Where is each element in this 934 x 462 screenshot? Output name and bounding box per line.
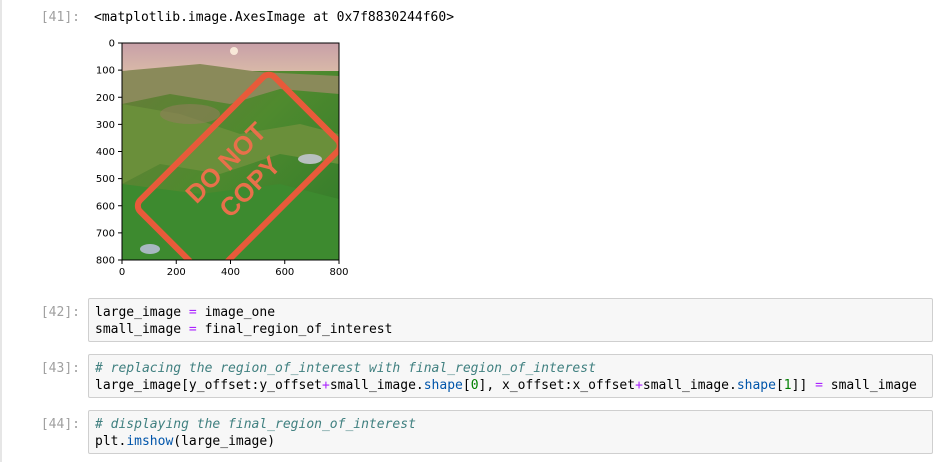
y-tick-label: 100 — [96, 66, 115, 77]
code-line: large_image = image_one — [95, 305, 276, 320]
code-cell[interactable]: # replacing the region_of_interest with … — [88, 354, 933, 398]
code-cell[interactable]: # displaying the final_region_of_interes… — [88, 410, 933, 454]
x-tick-label: 600 — [275, 267, 294, 278]
y-tick-label: 700 — [96, 228, 115, 239]
y-tick-label: 0 — [109, 39, 115, 50]
output-repr-text: <matplotlib.image.AxesImage at 0x7f88302… — [94, 10, 455, 25]
input-prompt: [44]: — [40, 417, 80, 432]
code-comment: # displaying the final_region_of_interes… — [95, 417, 416, 432]
imshow-plot: DO NOT COPY 0 200 400 600 800 0 100 200 300 400 5… — [96, 39, 349, 279]
y-tick-label: 400 — [96, 147, 115, 158]
y-axis: 0 100 200 300 400 500 600 700 800 — [96, 39, 122, 267]
image-content: DO NOT COPY — [122, 43, 339, 260]
code-cell[interactable]: large_image = image_one small_image = fi… — [88, 298, 933, 342]
output-prompt: [41]: — [40, 10, 80, 25]
input-prompt: [43]: — [40, 361, 80, 376]
code-line: small_image = final_region_of_interest — [95, 322, 393, 337]
y-tick-label: 300 — [96, 120, 115, 131]
x-tick-label: 400 — [221, 267, 240, 278]
code-line: plt.imshow(large_image) — [95, 434, 276, 449]
code-comment: # replacing the region_of_interest with … — [95, 361, 596, 376]
x-tick-label: 0 — [119, 267, 125, 278]
y-tick-label: 600 — [96, 201, 115, 212]
code-line: large_image[y_offset:y_offset+small_imag… — [95, 378, 917, 393]
notebook-left-border — [0, 0, 2, 462]
y-tick-label: 800 — [96, 256, 115, 267]
input-prompt: [42]: — [40, 305, 80, 320]
x-tick-label: 200 — [167, 267, 186, 278]
y-tick-label: 500 — [96, 174, 115, 185]
y-tick-label: 200 — [96, 93, 115, 104]
x-axis: 0 200 400 600 800 — [119, 260, 349, 278]
x-tick-label: 800 — [329, 267, 348, 278]
